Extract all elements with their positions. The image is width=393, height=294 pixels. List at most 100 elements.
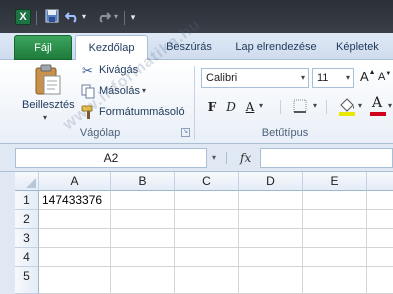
underline-dropdown-icon[interactable]: ▾ — [259, 101, 263, 110]
grow-font-icon: A — [360, 69, 369, 84]
cell-a2[interactable] — [39, 210, 111, 229]
column-header-f[interactable] — [367, 172, 393, 191]
tab-home[interactable]: Kezdőlap — [75, 35, 148, 61]
font-group-label: Betűtípus — [261, 127, 309, 139]
cell-a4[interactable] — [39, 248, 111, 267]
row-header-3[interactable]: 3 — [15, 229, 39, 248]
cell-a1[interactable]: 147433376 — [39, 191, 111, 210]
row-header-4[interactable]: 4 — [15, 248, 39, 267]
cell-e4[interactable] — [303, 248, 367, 267]
column-header-e[interactable]: E — [303, 172, 367, 191]
font-color-swatch — [370, 112, 386, 116]
cell-c2[interactable] — [175, 210, 239, 229]
column-header-d[interactable]: D — [239, 172, 303, 191]
cell-c1[interactable] — [175, 191, 239, 210]
select-all-button[interactable] — [15, 172, 39, 191]
copy-dropdown-icon[interactable]: ▾ — [142, 86, 146, 95]
fill-color-dropdown-icon[interactable]: ▾ — [358, 101, 362, 110]
cell-d5[interactable] — [239, 267, 303, 294]
group-separator — [194, 66, 195, 140]
cell-c3[interactable] — [175, 229, 239, 248]
formula-input[interactable] — [260, 148, 393, 168]
cell-b2[interactable] — [111, 210, 175, 229]
font-name-combobox[interactable]: Calibri ▾ — [201, 68, 309, 88]
font-color-icon: A — [372, 95, 383, 111]
tab-file[interactable]: Fájl — [14, 35, 72, 60]
formula-separator — [226, 152, 227, 164]
title-separator — [124, 11, 125, 25]
row-header-2[interactable]: 2 — [15, 210, 39, 229]
excel-icon[interactable]: X — [15, 9, 31, 25]
save-icon[interactable] — [44, 9, 60, 25]
cell-e2[interactable] — [303, 210, 367, 229]
format-painter-label: Formátummásoló — [99, 106, 185, 118]
undo-dropdown-icon[interactable]: ▾ — [80, 9, 88, 25]
cells-area: 147433376 — [39, 191, 393, 294]
borders-icon — [293, 99, 307, 113]
cell-d1[interactable] — [239, 191, 303, 210]
cell-e5[interactable] — [303, 267, 367, 294]
row-header-5[interactable]: 5 — [15, 267, 39, 294]
font-size-value: 11 — [317, 72, 329, 84]
fill-bucket-icon — [339, 98, 355, 116]
column-header-b[interactable]: B — [111, 172, 175, 191]
chevron-down-icon[interactable]: ▾ — [301, 69, 305, 87]
font-color-button[interactable]: A — [370, 95, 386, 116]
cell-d3[interactable] — [239, 229, 303, 248]
name-box[interactable]: A2 — [15, 148, 207, 168]
borders-dropdown-icon[interactable]: ▾ — [313, 101, 317, 110]
cell-d4[interactable] — [239, 248, 303, 267]
name-box-dropdown-icon[interactable]: ▾ — [212, 153, 216, 162]
cell-b1[interactable] — [111, 191, 175, 210]
redo-icon[interactable] — [96, 9, 112, 25]
worksheet-grid: A B C D E 1 2 3 4 5 147433376 — [0, 172, 393, 294]
cell-b5[interactable] — [111, 267, 175, 294]
cell-c5[interactable] — [175, 267, 239, 294]
italic-button[interactable]: D — [222, 98, 240, 116]
cell-b3[interactable] — [111, 229, 175, 248]
undo-icon[interactable] — [64, 9, 80, 25]
font-color-dropdown-icon[interactable]: ▾ — [388, 101, 392, 110]
cell-c4[interactable] — [175, 248, 239, 267]
group-separator — [326, 100, 327, 114]
title-separator — [36, 11, 37, 25]
formula-bar: A2 ▾ fx — [0, 144, 393, 172]
cell-f1[interactable] — [367, 191, 393, 210]
underline-button[interactable]: A — [241, 98, 259, 116]
grow-font-button[interactable]: A▲ — [360, 69, 376, 87]
ribbon-tabs: Fájl Kezdőlap Beszúrás Lap elrendezése K… — [0, 33, 393, 61]
column-header-a[interactable]: A — [39, 172, 111, 191]
customize-qat-icon[interactable]: ▾ — [128, 9, 138, 25]
cell-e3[interactable] — [303, 229, 367, 248]
paste-label: Beillesztés — [22, 99, 75, 111]
clipboard-dialog-launcher-icon[interactable]: ↘ — [181, 128, 190, 137]
font-size-combobox[interactable]: 11 ▾ — [312, 68, 354, 88]
column-header-c[interactable]: C — [175, 172, 239, 191]
cell-d2[interactable] — [239, 210, 303, 229]
borders-button[interactable] — [292, 98, 308, 117]
font-name-value: Calibri — [206, 72, 238, 84]
cell-b4[interactable] — [111, 248, 175, 267]
cell-f4[interactable] — [367, 248, 393, 267]
row-header-1[interactable]: 1 — [15, 191, 39, 210]
group-separator — [280, 100, 281, 114]
cell-f3[interactable] — [367, 229, 393, 248]
redo-dropdown-icon[interactable]: ▾ — [112, 9, 120, 25]
paste-dropdown-icon[interactable]: ▾ — [43, 113, 47, 122]
tab-page-layout[interactable]: Lap elrendezése — [228, 35, 324, 60]
ribbon: Beillesztés ▾ ✂ Kivágás Másolás ▾ Formát… — [0, 60, 393, 144]
fill-color-button[interactable] — [338, 96, 356, 119]
cell-a5[interactable] — [39, 267, 111, 294]
cell-f2[interactable] — [367, 210, 393, 229]
chevron-down-icon[interactable]: ▾ — [346, 69, 350, 87]
insert-function-button[interactable]: fx — [240, 148, 260, 168]
grid-left-margin — [0, 172, 15, 294]
paste-icon — [34, 64, 62, 99]
shrink-font-button[interactable]: A▼ — [378, 71, 393, 87]
bold-button[interactable]: F — [203, 98, 221, 116]
cell-e1[interactable] — [303, 191, 367, 210]
tab-formulas[interactable]: Képletek — [336, 35, 393, 60]
cell-f5[interactable] — [367, 267, 393, 294]
scissors-icon: ✂ — [82, 63, 93, 78]
cell-a3[interactable] — [39, 229, 111, 248]
